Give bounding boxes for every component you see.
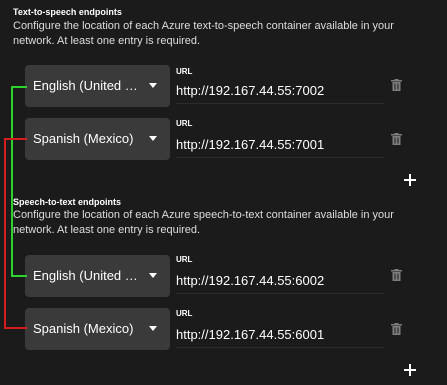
tts-url-input-1[interactable]: http://192.167.44.55:7002 <box>176 82 384 104</box>
add-stt-entry-plus-icon[interactable] <box>404 364 416 376</box>
tts-section-description: Configure the location of each Azure tex… <box>13 20 394 47</box>
stt-language-value-2: Spanish (Mexico) <box>33 321 134 336</box>
stt-language-value-1: English (United States) <box>33 268 143 283</box>
stt-url-input-2[interactable]: http://192.167.44.55:6001 <box>176 326 384 348</box>
trash-icon[interactable] <box>391 269 402 281</box>
tts-url-label-2: URL <box>176 119 193 128</box>
english-link-bottom-connector <box>11 275 27 277</box>
stt-section-title: Speech-to-text endpoints <box>13 197 122 207</box>
chevron-down-icon <box>149 136 157 141</box>
stt-url-input-1[interactable]: http://192.167.44.55:6002 <box>176 272 384 294</box>
tts-section-title: Text-to-speech endpoints <box>13 7 122 17</box>
spanish-link-vertical <box>4 138 6 329</box>
tts-language-select-2[interactable]: Spanish (Mexico) <box>25 118 170 160</box>
spanish-link-top-connector <box>4 138 27 140</box>
tts-language-value-1: English (United States) <box>33 78 143 93</box>
chevron-down-icon <box>149 326 157 331</box>
tts-url-label-1: URL <box>176 67 193 76</box>
add-tts-entry-plus-icon[interactable] <box>404 174 416 186</box>
stt-language-select-2[interactable]: Spanish (Mexico) <box>25 308 170 350</box>
english-link-vertical <box>11 86 13 277</box>
chevron-down-icon <box>149 273 157 278</box>
english-link-top-connector <box>11 86 27 88</box>
spanish-link-bottom-connector <box>4 327 27 329</box>
stt-url-label-1: URL <box>176 255 193 264</box>
trash-icon[interactable] <box>391 133 402 145</box>
stt-section-description: Configure the location of each Azure spe… <box>13 209 394 236</box>
chevron-down-icon <box>149 83 157 88</box>
trash-icon[interactable] <box>391 79 402 91</box>
stt-language-select-1[interactable]: English (United States) <box>25 255 170 297</box>
tts-url-input-2[interactable]: http://192.167.44.55:7001 <box>176 136 384 158</box>
stt-url-label-2: URL <box>176 309 193 318</box>
tts-language-value-2: Spanish (Mexico) <box>33 131 134 146</box>
trash-icon[interactable] <box>391 323 402 335</box>
tts-language-select-1[interactable]: English (United States) <box>25 65 170 107</box>
